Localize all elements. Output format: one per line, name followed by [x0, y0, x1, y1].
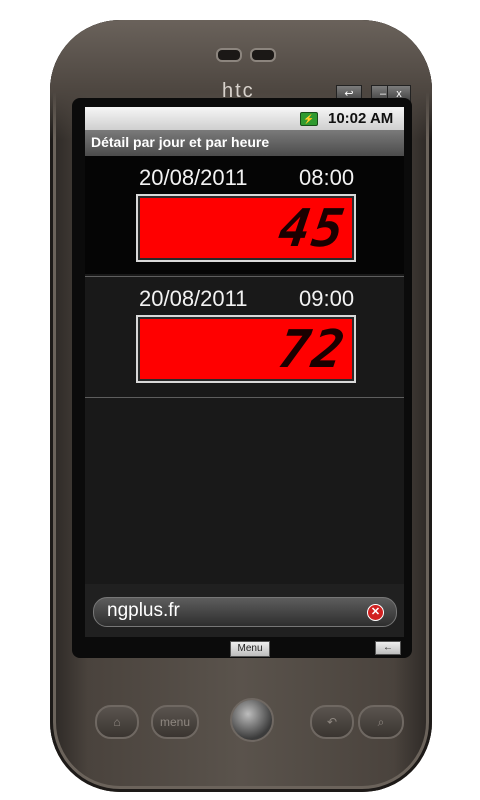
ad-pill[interactable]: ngplus.fr ✕: [93, 597, 397, 627]
entry-date: 20/08/2011: [139, 286, 248, 311]
entry-time: 08:00: [299, 165, 355, 190]
app-title-bar: Détail par jour et par heure: [85, 130, 404, 156]
row-divider: [85, 397, 404, 398]
lcd-value: 45: [275, 199, 351, 259]
list-item[interactable]: 20/08/2011 09:00 72: [85, 277, 404, 395]
ad-banner: ngplus.fr ✕: [85, 584, 404, 637]
hardware-menu-button[interactable]: menu: [151, 705, 199, 739]
menu-label: menu: [159, 715, 191, 729]
entry-date: 20/08/2011: [139, 165, 248, 190]
emulator-menu-button[interactable]: Menu: [230, 641, 270, 657]
list-item[interactable]: 20/08/2011 08:00 45: [85, 156, 404, 274]
entry-time: 09:00: [299, 286, 355, 311]
ad-text[interactable]: ngplus.fr: [107, 600, 180, 622]
search-icon: ⌕: [377, 715, 385, 729]
lcd-value: 72: [275, 320, 351, 380]
hardware-back-button[interactable]: ↶: [310, 705, 354, 739]
hardware-search-button[interactable]: ⌕: [358, 705, 404, 739]
emulator-back-button[interactable]: ←: [375, 641, 401, 655]
status-clock: 10:02 AM: [328, 110, 394, 127]
home-button[interactable]: ⌂: [95, 705, 139, 739]
status-bar: ⚡ 10:02 AM: [85, 107, 404, 130]
entry-list: 20/08/2011 08:00 45 20/08/2011 09:00 72: [85, 156, 404, 436]
device-screen: ⚡ 10:02 AM Détail par jour et par heure …: [85, 107, 404, 637]
back-arrow-icon: ↶: [326, 715, 338, 729]
home-icon: ⌂: [113, 715, 121, 729]
lcd-display: 72: [136, 315, 356, 383]
trackball[interactable]: [230, 698, 274, 742]
speaker-left: [216, 48, 242, 62]
page-title: Détail par jour et par heure: [91, 134, 270, 150]
lcd-display: 45: [136, 194, 356, 262]
close-icon[interactable]: ✕: [367, 604, 384, 621]
battery-icon: ⚡: [300, 112, 318, 126]
speaker-right: [250, 48, 276, 62]
